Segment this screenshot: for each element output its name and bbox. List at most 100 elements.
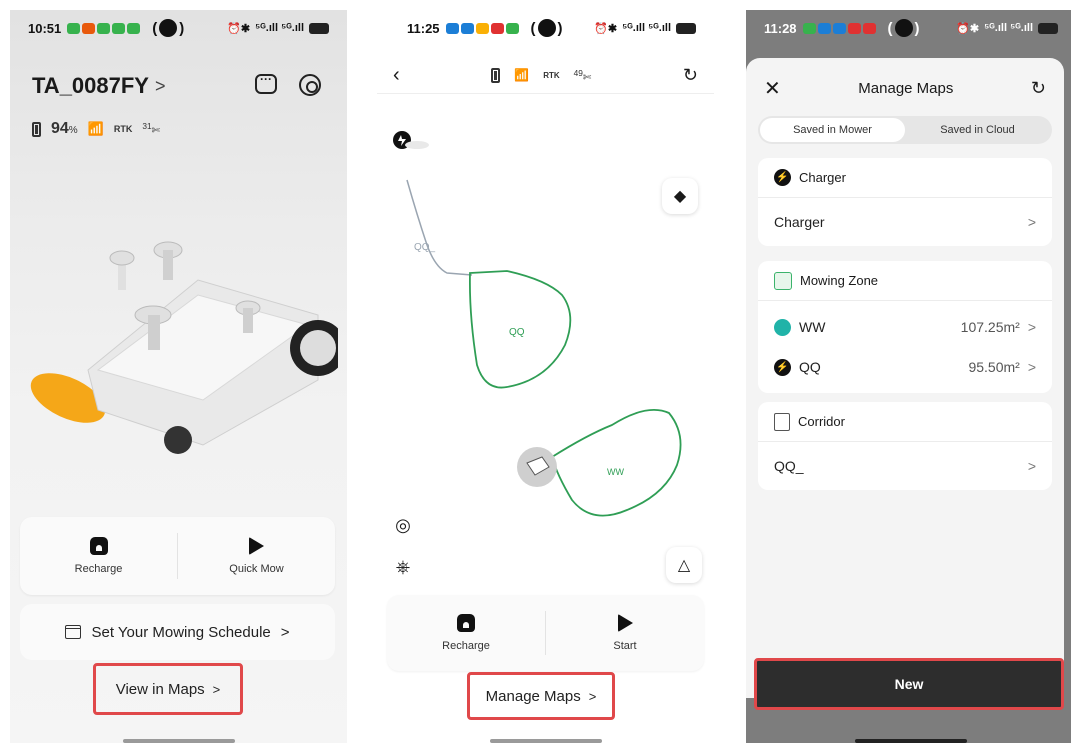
map-screen: 11:25 () ⏰✱ ⁵ᴳ.ıll ⁵ᴳ.ıll ‹ 📶 RTK 49✄ ↻ … [377,10,714,743]
item-name: Charger [774,214,825,230]
start-button[interactable]: Start [546,595,704,671]
device-status-row: 94% 📶 RTK 31✄ [32,120,160,138]
list-item[interactable]: QQ_ > [758,442,1052,490]
view-in-maps-label: View in Maps [115,680,205,698]
settings-icon[interactable] [299,74,321,96]
section-title: Charger [799,170,846,185]
manage-maps-sheet: ✕ Manage Maps ↻ Saved in Mower Saved in … [746,58,1064,698]
satellite-count: 49✄ [573,67,592,84]
status-time: 11:28 [764,20,797,36]
chevron-right-icon: > [1027,214,1036,230]
manage-maps-label: Manage Maps [485,687,581,705]
wifi-icon: 📶 [514,68,530,83]
play-icon [617,614,633,632]
mower-illustration [30,241,338,454]
section-header: ⚡ Charger [758,158,1052,198]
status-signal: ⏰✱ ⁵ᴳ.ıll ⁵ᴳ.ıll [956,22,1058,35]
item-area: 107.25m² [960,319,1020,335]
battery-status-icon [1038,22,1058,34]
status-bar: 11:25 () ⏰✱ ⁵ᴳ.ıll ⁵ᴳ.ıll [377,10,714,46]
chevron-right-icon: > [154,75,166,96]
quick-mow-button[interactable]: Quick Mow [178,517,335,595]
wifi-icon: 📶 [87,121,104,136]
camera-cutout-icon: () [530,19,563,37]
chevron-right-icon: > [212,681,221,697]
recharge-label: Recharge [74,563,123,575]
item-name: QQ [799,359,821,375]
corridor-icon [774,412,790,431]
device-name-link[interactable]: TA_0087FY > [32,73,166,99]
battery-status-icon [676,22,696,34]
start-label: Start [613,640,637,652]
rtk-icon: RTK [113,124,133,134]
item-name: WW [799,319,826,335]
satellite-count: 31✄ [142,121,161,137]
list-item[interactable]: WW 107.25m² > [758,307,1052,347]
list-item[interactable]: Charger > [758,198,1052,246]
chevron-right-icon: > [280,623,290,641]
new-map-button[interactable]: New [754,658,1064,710]
section-title: Mowing Zone [800,273,879,288]
recharge-icon [457,614,475,632]
status-time: 10:51 [28,20,62,36]
corridor-section: Corridor QQ_ > [758,402,1052,490]
refresh-icon[interactable]: ↻ [683,65,698,86]
list-item[interactable]: ⚡ QQ 95.50m² > [758,347,1052,387]
zone-label-ww: WW [607,467,624,477]
chevron-right-icon: > [1027,319,1036,335]
chevron-right-icon: > [588,688,597,704]
status-time: 11:25 [407,20,440,36]
close-icon[interactable]: ✕ [764,76,781,101]
camera-cutout-icon: () [887,19,920,37]
zone-flag-icon [774,318,791,336]
message-icon[interactable] [255,72,277,94]
remote-control-icon[interactable]: ⎈ [389,553,417,581]
lawn-map[interactable]: QQ_ QQ WW [377,95,714,595]
mowing-schedule-button[interactable]: Set Your Mowing Schedule > [20,604,335,660]
manage-maps-screen: 11:28 () ⏰✱ ⁵ᴳ.ıll ⁵ᴳ.ıll ✕ Manage Maps … [746,10,1071,743]
action-card: Recharge Quick Mow [20,517,335,595]
charger-section: ⚡ Charger Charger > [758,158,1052,246]
section-title: Corridor [798,414,845,429]
item-name: QQ_ [774,458,804,474]
home-indicator[interactable] [122,739,235,743]
home-indicator[interactable] [855,739,967,743]
chevron-right-icon: > [1027,359,1036,375]
home-indicator[interactable] [489,739,602,743]
layers-button[interactable]: ◆ [662,178,698,214]
recharge-button[interactable]: Recharge [20,517,177,595]
tab-saved-in-mower[interactable]: Saved in Mower [760,118,905,142]
chevron-right-icon: > [1027,458,1036,474]
device-status-row: 📶 RTK 49✄ [491,68,591,83]
notification-icons [67,22,141,34]
locate-robot-icon[interactable]: ◎ [389,511,417,539]
play-icon [249,537,264,555]
sheet-header: ✕ Manage Maps ↻ [746,76,1064,101]
refresh-icon[interactable]: ↻ [1031,78,1046,99]
charger-icon: ⚡ [774,169,791,186]
section-header: Corridor [758,402,1052,442]
camera-cutout-icon: () [152,19,185,37]
corridor-label: QQ_ [414,242,436,253]
tab-saved-in-cloud[interactable]: Saved in Cloud [905,118,1050,142]
section-header: Mowing Zone [758,261,1052,301]
page-title: Manage Maps [858,80,954,97]
battery-icon [491,67,501,83]
manage-maps-button[interactable]: Manage Maps > [467,672,615,720]
calendar-icon [65,625,82,639]
back-arrow-icon[interactable]: ‹ [393,64,400,87]
alarm-icon: ⏰✱ [227,22,251,35]
zone-label-qq: QQ [509,327,525,338]
battery-percent: 94% [51,120,78,137]
charger-icon: ⚡ [774,358,791,376]
view-in-maps-button[interactable]: View in Maps > [93,663,243,715]
schedule-label: Set Your Mowing Schedule [91,623,271,641]
action-card: Recharge Start [387,595,704,671]
recharge-button[interactable]: Recharge [387,595,545,671]
status-bar: 11:28 () ⏰✱ ⁵ᴳ.ıll ⁵ᴳ.ıll [746,10,1071,46]
header-actions [255,72,321,96]
map-header: ‹ 📶 RTK 49✄ ↻ [377,58,714,94]
navigate-arrow-button[interactable]: △ [666,547,702,583]
status-bar: 10:51 () ⏰✱ ⁵ᴳ.ıll ⁵ᴳ.ıll [10,10,347,46]
quick-mow-label: Quick Mow [229,563,284,575]
